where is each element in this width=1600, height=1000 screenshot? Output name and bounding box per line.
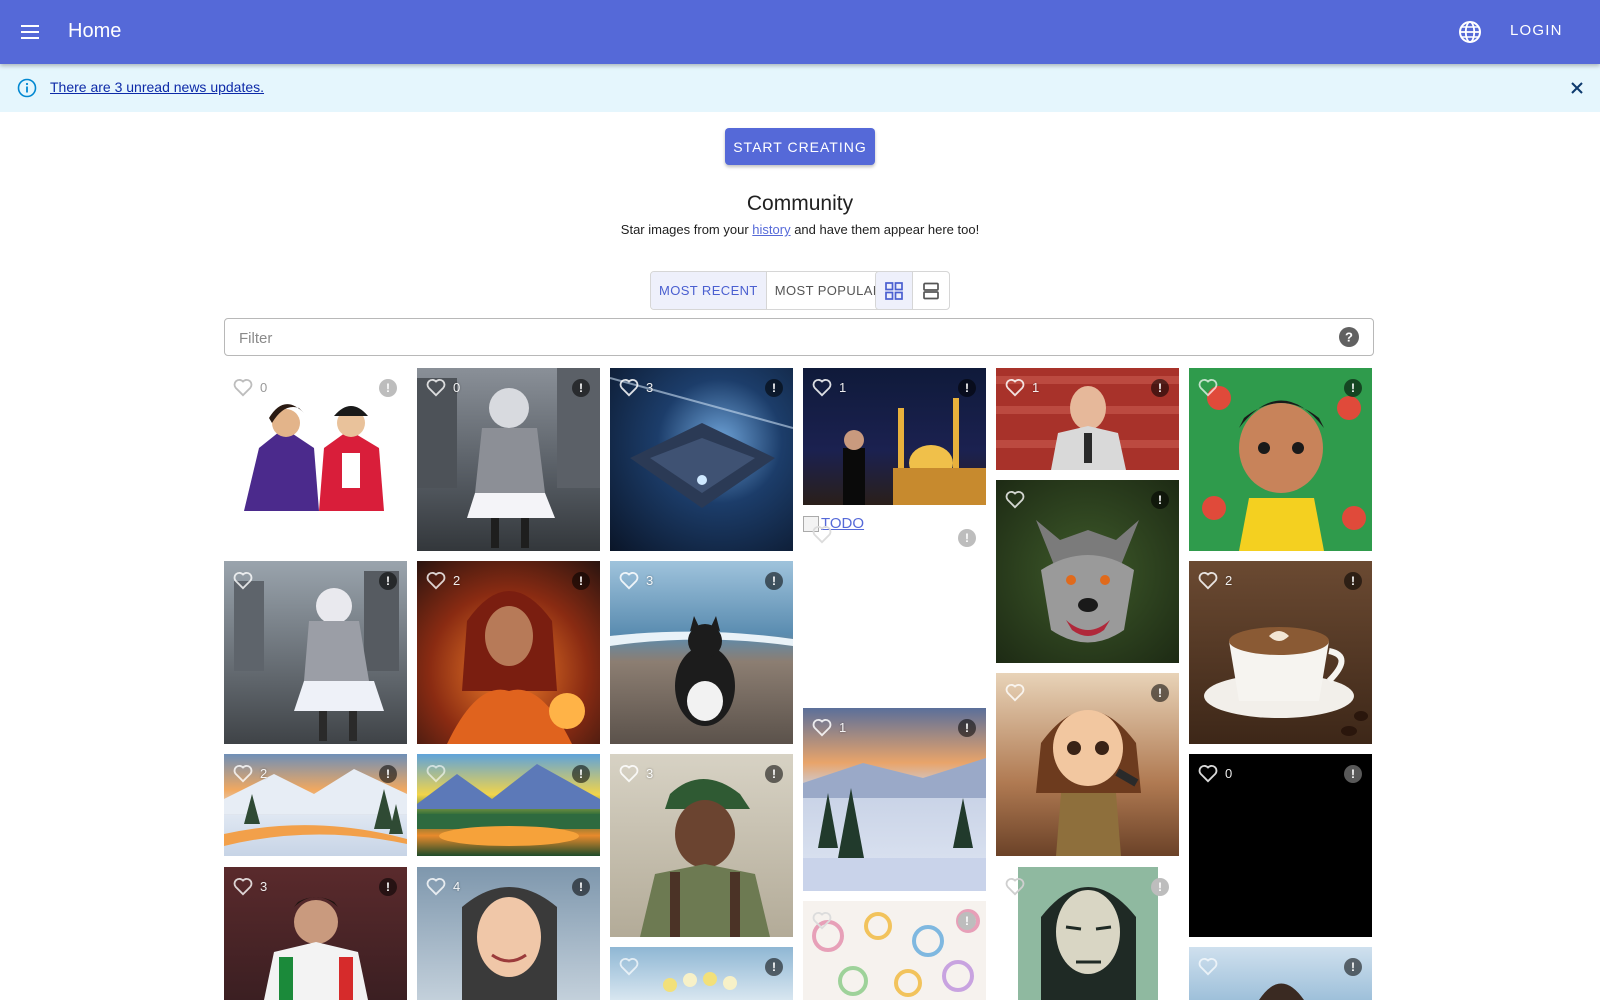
like-count: 1 (839, 720, 847, 735)
report-icon[interactable]: ! (379, 379, 397, 397)
gallery-card-spaceship[interactable]: 3 ! (610, 368, 793, 551)
gallery-card-black-image[interactable]: 0 ! (1189, 754, 1372, 937)
heart-icon[interactable] (618, 377, 640, 397)
report-icon[interactable]: ! (1344, 765, 1362, 783)
report-icon[interactable]: ! (1151, 878, 1169, 896)
gallery-card-snowy-sunset[interactable]: 2 ! (224, 754, 407, 856)
gallery-card-coffee-cup[interactable]: 2 ! (1189, 561, 1372, 744)
like-count: 2 (260, 766, 268, 781)
gallery-card-wolf[interactable]: ! (996, 480, 1179, 663)
gallery-card-cat-beach[interactable]: 3 ! (610, 561, 793, 744)
page-title: Home (68, 20, 122, 42)
report-icon[interactable]: ! (1151, 684, 1169, 702)
gallery-card-cartoon-boy[interactable]: ! (1189, 368, 1372, 551)
gallery-card-anime-girl-ruins[interactable]: 0 ! (417, 368, 600, 551)
like-count: 3 (260, 879, 268, 894)
like-count: 4 (453, 879, 461, 894)
heart-icon[interactable] (232, 377, 254, 397)
like-count: 2 (1225, 573, 1233, 588)
heart-icon[interactable] (232, 570, 254, 590)
report-icon[interactable]: ! (572, 878, 590, 896)
globe-icon[interactable] (1458, 20, 1482, 44)
heart-icon[interactable] (618, 570, 640, 590)
gallery-card-broken-image[interactable]: TODO ! (803, 515, 986, 698)
report-icon[interactable]: ! (958, 912, 976, 930)
heart-icon[interactable] (811, 910, 833, 930)
heart-icon[interactable] (618, 763, 640, 783)
heart-icon[interactable] (232, 876, 254, 896)
gallery-card-anime-duo[interactable]: 0 ! (224, 368, 407, 511)
gallery-card-fire-woman[interactable]: 2 ! (417, 561, 600, 744)
heart-icon[interactable] (425, 876, 447, 896)
report-icon[interactable]: ! (1344, 379, 1362, 397)
heart-icon[interactable] (618, 956, 640, 976)
report-icon[interactable]: ! (958, 529, 976, 547)
heart-icon[interactable] (425, 570, 447, 590)
login-button[interactable]: LOGIN (1510, 22, 1563, 39)
like-count: 2 (453, 573, 461, 588)
report-icon[interactable]: ! (572, 572, 590, 590)
like-count: 1 (1032, 380, 1040, 395)
gallery-card-flower-girl[interactable]: ! (610, 947, 793, 1000)
gallery-card-footballer[interactable]: 3 ! (224, 867, 407, 1000)
report-icon[interactable]: ! (1151, 491, 1169, 509)
gallery-card-mountain-lake[interactable]: ! (417, 754, 600, 856)
report-icon[interactable]: ! (572, 765, 590, 783)
like-count: 3 (646, 766, 654, 781)
heart-icon[interactable] (1004, 876, 1026, 896)
gallery-card-woodcut-portrait[interactable]: ! (996, 867, 1179, 1000)
gallery-card-anime-girl-ruins-2[interactable]: ! (224, 561, 407, 744)
gallery-card-cartoon-singer[interactable]: ! (996, 673, 1179, 856)
like-count: 3 (646, 380, 654, 395)
report-icon[interactable]: ! (379, 765, 397, 783)
heart-icon[interactable] (811, 524, 833, 544)
gallery-card-smiling-woman[interactable]: 4 ! (417, 867, 600, 1000)
heart-icon[interactable] (811, 377, 833, 397)
gallery-card-man-premiere[interactable]: 1 ! (996, 368, 1179, 470)
report-icon[interactable]: ! (958, 379, 976, 397)
heart-icon[interactable] (1004, 489, 1026, 509)
heart-icon[interactable] (1197, 570, 1219, 590)
heart-icon[interactable] (811, 717, 833, 737)
report-icon[interactable]: ! (379, 572, 397, 590)
report-icon[interactable]: ! (765, 958, 783, 976)
report-icon[interactable]: ! (765, 572, 783, 590)
gallery-grid: 0 ! ! 2 ! 3 ! 0 ! 2 ! ! 4 ! 3 ! 3 ! 3 ! … (0, 0, 1600, 1000)
gallery-card-beach-man[interactable]: ! (1189, 947, 1372, 1000)
gallery-card-pattern[interactable]: ! (803, 901, 986, 1000)
report-icon[interactable]: ! (572, 379, 590, 397)
report-icon[interactable]: ! (1151, 379, 1169, 397)
heart-icon[interactable] (1004, 682, 1026, 702)
heart-icon[interactable] (425, 377, 447, 397)
app-bar: Home LOGIN (0, 0, 1600, 64)
report-icon[interactable]: ! (958, 719, 976, 737)
report-icon[interactable]: ! (1344, 572, 1362, 590)
menu-icon[interactable] (16, 16, 48, 48)
heart-icon[interactable] (1197, 956, 1219, 976)
report-icon[interactable]: ! (765, 379, 783, 397)
heart-icon[interactable] (425, 763, 447, 783)
gallery-card-night-shrine[interactable]: 1 ! (803, 368, 986, 505)
like-count: 0 (260, 380, 268, 395)
like-count: 3 (646, 573, 654, 588)
report-icon[interactable]: ! (379, 878, 397, 896)
like-count: 0 (1225, 766, 1233, 781)
heart-icon[interactable] (1004, 377, 1026, 397)
report-icon[interactable]: ! (1344, 958, 1362, 976)
gallery-card-winter-landscape[interactable]: 1 ! (803, 708, 986, 891)
gallery-card-man-cap[interactable]: 3 ! (610, 754, 793, 937)
like-count: 0 (453, 380, 461, 395)
report-icon[interactable]: ! (765, 765, 783, 783)
like-count: 1 (839, 380, 847, 395)
heart-icon[interactable] (232, 763, 254, 783)
heart-icon[interactable] (1197, 377, 1219, 397)
heart-icon[interactable] (1197, 763, 1219, 783)
